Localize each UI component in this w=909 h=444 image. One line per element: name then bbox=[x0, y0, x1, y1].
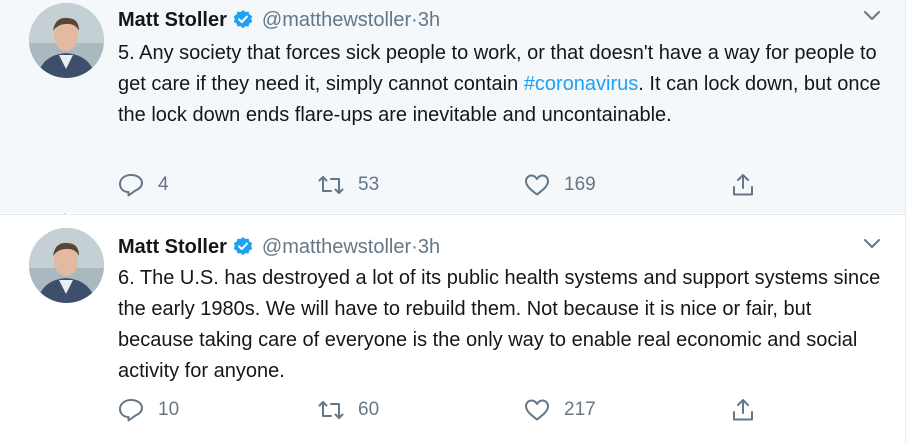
retweet-button[interactable]: 60 bbox=[318, 398, 379, 422]
reply-icon bbox=[119, 399, 143, 422]
retweet-button[interactable]: 53 bbox=[318, 173, 379, 197]
tweet-actions: 4 53 169 bbox=[118, 173, 778, 199]
reply-button[interactable]: 4 bbox=[118, 173, 169, 197]
tweet-timestamp[interactable]: 3h bbox=[418, 9, 440, 32]
share-button[interactable] bbox=[730, 173, 770, 197]
retweet-count: 60 bbox=[358, 399, 380, 420]
retweet-count: 53 bbox=[358, 174, 380, 195]
chevron-down-icon[interactable] bbox=[862, 9, 882, 23]
tweet-header: Matt Stoller @matthewstoller · 3h bbox=[118, 7, 440, 33]
heart-icon bbox=[525, 399, 549, 421]
like-button[interactable]: 169 bbox=[524, 173, 596, 197]
share-button[interactable] bbox=[730, 398, 770, 422]
share-icon bbox=[733, 174, 753, 196]
reply-count: 10 bbox=[158, 399, 180, 420]
retweet-icon bbox=[318, 401, 344, 419]
author-name[interactable]: Matt Stoller bbox=[118, 236, 227, 259]
author-handle[interactable]: @matthewstoller bbox=[262, 236, 411, 259]
tweet-timestamp[interactable]: 3h bbox=[418, 236, 440, 259]
reply-count: 4 bbox=[158, 174, 169, 195]
avatar[interactable] bbox=[29, 228, 104, 303]
like-count: 217 bbox=[564, 399, 596, 420]
tweet-actions: 10 60 217 bbox=[118, 398, 778, 424]
separator-dot: · bbox=[411, 235, 418, 258]
tweet-text: 5. Any society that forces sick people t… bbox=[118, 38, 888, 131]
tweet-text: 6. The U.S. has destroyed a lot of its p… bbox=[118, 267, 881, 382]
reply-button[interactable]: 10 bbox=[118, 398, 179, 422]
chevron-down-icon[interactable] bbox=[862, 237, 882, 251]
author-handle[interactable]: @matthewstoller bbox=[262, 9, 411, 32]
reply-icon bbox=[119, 174, 143, 197]
heart-icon bbox=[525, 174, 549, 196]
share-icon bbox=[733, 399, 753, 421]
verified-badge-icon bbox=[232, 236, 254, 258]
author-name[interactable]: Matt Stoller bbox=[118, 9, 227, 32]
retweet-icon bbox=[318, 176, 344, 194]
like-count: 169 bbox=[564, 174, 596, 195]
separator-dot: · bbox=[411, 8, 418, 31]
hashtag-link[interactable]: #coronavirus bbox=[524, 73, 639, 95]
like-button[interactable]: 217 bbox=[524, 398, 596, 422]
tweet-5[interactable]: Matt Stoller @matthewstoller · 3h 5. Any… bbox=[0, 0, 906, 213]
tweet-header: Matt Stoller @matthewstoller · 3h bbox=[118, 234, 440, 260]
tweet-6[interactable]: Matt Stoller @matthewstoller · 3h 6. The… bbox=[0, 214, 906, 444]
avatar[interactable] bbox=[29, 3, 104, 78]
verified-badge-icon bbox=[232, 9, 254, 31]
